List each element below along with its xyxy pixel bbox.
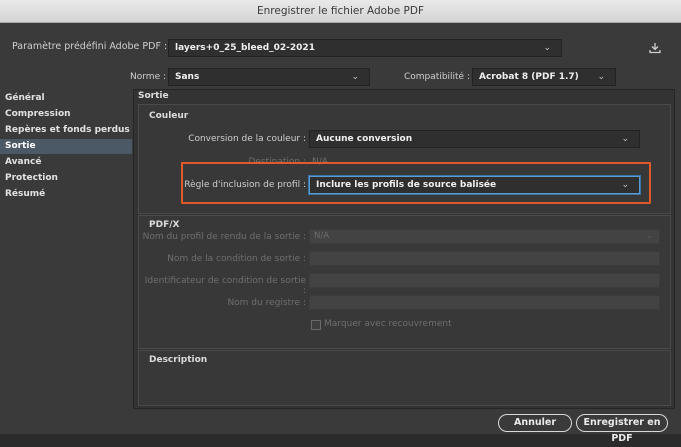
chevron-down-icon: ⌄ <box>645 231 653 241</box>
profil-value: N/A <box>314 231 330 241</box>
description-group: Description <box>138 350 671 406</box>
preset-label: Paramètre prédéfini Adobe PDF : <box>12 41 168 52</box>
sidebar: Général Compression Repères et fonds per… <box>0 91 132 203</box>
preset-select[interactable]: layers+0_25_bleed_02-2021 ⌄ <box>168 39 562 57</box>
compat-select[interactable]: Acrobat 8 (PDF 1.7) ⌄ <box>472 68 616 86</box>
registre-field[interactable] <box>309 295 660 310</box>
panel-title: Sortie <box>138 91 169 101</box>
color-group-title: Couleur <box>149 111 189 121</box>
condition-field[interactable] <box>309 251 660 266</box>
pdfx-group-title: PDF/X <box>149 220 180 230</box>
compat-label: Compatibilité : <box>404 72 470 82</box>
compat-value: Acrobat 8 (PDF 1.7) <box>479 72 579 82</box>
chevron-down-icon: ⌄ <box>597 72 605 82</box>
description-group-title: Description <box>149 355 208 365</box>
identificateur-field[interactable] <box>309 273 660 288</box>
condition-label: Nom de la condition de sortie : <box>167 254 306 264</box>
preset-value: layers+0_25_bleed_02-2021 <box>175 43 315 53</box>
save-pdf-button[interactable]: Enregistrer en PDF <box>576 414 668 444</box>
cancel-button[interactable]: Annuler <box>498 414 572 432</box>
sidebar-item-general[interactable]: Général <box>0 91 132 106</box>
title-bar: Enregistrer le fichier Adobe PDF <box>0 0 681 23</box>
marquer-checkbox[interactable] <box>311 320 321 330</box>
highlight-box <box>181 162 651 204</box>
profil-label: Nom du profil de rendu de la sortie : <box>142 232 306 242</box>
chevron-down-icon: ⌄ <box>621 134 629 144</box>
marquer-label: Marquer avec recouvrement <box>324 319 452 329</box>
registre-label: Nom du registre : <box>227 298 306 308</box>
norme-label: Norme : <box>130 72 166 82</box>
window-title: Enregistrer le fichier Adobe PDF <box>256 5 424 17</box>
identificateur-label: Identificateur de condition de sortie : <box>144 276 306 296</box>
sidebar-item-resume[interactable]: Résumé <box>0 187 132 202</box>
sidebar-item-reperes[interactable]: Repères et fonds perdus <box>0 123 132 138</box>
profil-select[interactable]: N/A ⌄ <box>309 229 660 244</box>
sidebar-item-compression[interactable]: Compression <box>0 107 132 122</box>
chevron-down-icon: ⌄ <box>543 43 551 53</box>
sidebar-item-protection[interactable]: Protection <box>0 171 132 186</box>
download-icon[interactable] <box>648 41 662 55</box>
chevron-down-icon: ⌄ <box>351 72 359 82</box>
conversion-value: Aucune conversion <box>316 134 413 144</box>
sidebar-item-avance[interactable]: Avancé <box>0 155 132 170</box>
norme-value: Sans <box>175 72 200 82</box>
conversion-label: Conversion de la couleur : <box>188 134 306 144</box>
dialog-window: Paramètre prédéfini Adobe PDF : layers+0… <box>0 23 681 444</box>
sidebar-item-sortie[interactable]: Sortie <box>0 139 132 154</box>
conversion-select[interactable]: Aucune conversion ⌄ <box>309 130 640 148</box>
norme-select[interactable]: Sans ⌄ <box>168 68 370 86</box>
